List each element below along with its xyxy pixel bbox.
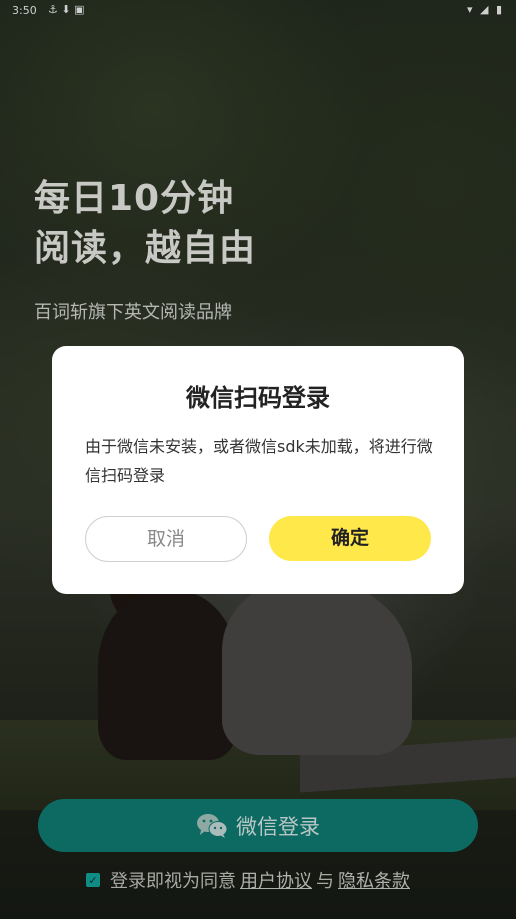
confirm-button[interactable]: 确定 bbox=[269, 516, 431, 561]
status-time: 3:50 bbox=[12, 4, 37, 17]
cancel-button[interactable]: 取消 bbox=[85, 516, 247, 562]
agreement-conjunction: 与 bbox=[316, 871, 334, 892]
wechat-login-button[interactable]: 微信登录 bbox=[38, 799, 478, 852]
agreement-prefix: 登录即视为同意 bbox=[110, 871, 236, 892]
hero-title: 每日10分钟 阅读，越自由 bbox=[34, 174, 256, 274]
agreement-row: ✓ 登录即视为同意 用户协议 与 隐私条款 bbox=[86, 866, 414, 894]
agree-checkbox[interactable]: ✓ bbox=[86, 873, 100, 887]
dialog-message: 由于微信未安装，或者微信sdk未加载，将进行微信扫码登录 bbox=[85, 437, 433, 485]
status-right-icons: ▾ ◢ ▮ bbox=[466, 3, 504, 16]
privacy-policy-link[interactable]: 隐私条款 bbox=[338, 867, 410, 893]
wechat-login-label: 微信登录 bbox=[236, 814, 320, 839]
user-agreement-link[interactable]: 用户协议 bbox=[240, 867, 312, 893]
wechat-icon bbox=[197, 813, 228, 838]
hero-title-line1: 每日10分钟 bbox=[34, 178, 235, 219]
status-left-icons: ⚓ ⬇ ▣ bbox=[48, 3, 85, 16]
status-bar: 3:50 ⚓ ⬇ ▣ ▾ ◢ ▮ bbox=[0, 0, 516, 22]
wechat-scan-dialog: 微信扫码登录 由于微信未安装，或者微信sdk未加载，将进行微信扫码登录 取消 确… bbox=[52, 346, 464, 594]
hero-subtitle: 百词斩旗下英文阅读品牌 bbox=[34, 302, 232, 323]
hero-title-line2: 阅读，越自由 bbox=[34, 228, 257, 269]
dialog-title: 微信扫码登录 bbox=[186, 384, 330, 412]
